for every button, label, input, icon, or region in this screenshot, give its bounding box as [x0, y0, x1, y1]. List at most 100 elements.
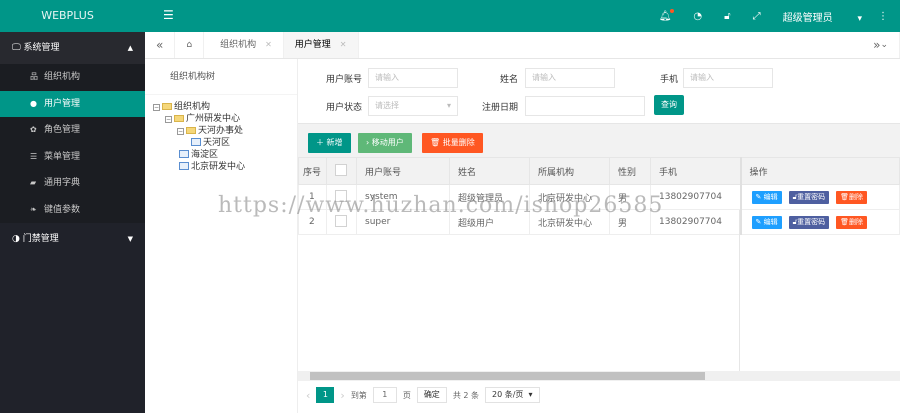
- confirm-button[interactable]: 确定: [416, 387, 447, 403]
- page-input[interactable]: 1: [372, 387, 397, 403]
- leaf-icon: ❧: [30, 204, 37, 214]
- toolbar: ＋ 新增 › 移动用户 🗑︎ 批量删除: [298, 123, 900, 157]
- sidebar: WEBPLUS 🖵 系统管理 ▲ 品组织机构 ● 用户管理 ✿ 角色管理 ☰ 菜单管理 …: [0, 0, 145, 413]
- chevron-down-icon: ▾: [446, 101, 451, 110]
- horizontal-scrollbar[interactable]: [298, 371, 900, 381]
- cell-no: 1: [298, 184, 327, 210]
- tabs-right-button[interactable]: »: [873, 32, 880, 58]
- reset-password-button[interactable]: 🔓︎重置密码: [788, 215, 830, 229]
- tree-node[interactable]: − 天河办事处: [153, 125, 297, 137]
- table-row: 2 super 超级用户 北京研发中心 男 13802907704 ✎ 编辑 🔓︎…: [298, 209, 900, 235]
- field-label: 手机: [659, 75, 678, 85]
- cell-name: 超级用户: [449, 209, 530, 235]
- move-user-button[interactable]: › 移动用户: [358, 133, 412, 153]
- phone-input[interactable]: 请输入: [683, 68, 773, 88]
- query-button[interactable]: 查询: [654, 95, 684, 115]
- bell-icon[interactable]: 🔔︎: [659, 8, 675, 22]
- scrollbar-thumb[interactable]: [310, 372, 705, 380]
- button-label: 移动用户: [371, 138, 404, 147]
- tree-title: 组织机构树: [145, 59, 297, 95]
- edit-button[interactable]: ✎ 编辑: [751, 215, 782, 229]
- account-input[interactable]: 请输入: [368, 68, 458, 88]
- sidebar-item-users[interactable]: ● 用户管理: [0, 90, 145, 117]
- cell-name: 超级管理员: [449, 184, 530, 210]
- list-icon: ☰: [30, 151, 38, 161]
- cell-phone: 13802907704: [650, 209, 741, 235]
- user-icon: ●: [30, 98, 37, 108]
- user-menu[interactable]: 超级管理员 ▾: [783, 9, 862, 24]
- group-label: 系统管理: [23, 43, 60, 53]
- field-label: 注册日期: [481, 103, 518, 113]
- tree-node[interactable]: 天河区: [153, 137, 297, 149]
- logo: WEBPLUS: [0, 0, 145, 32]
- status-select[interactable]: 请选择 ▾: [368, 96, 458, 116]
- tree-node[interactable]: 北京研发中心: [153, 161, 297, 173]
- node-label: 天河办事处: [198, 126, 244, 136]
- tabs-left-button[interactable]: «: [145, 32, 176, 58]
- table-row: 1 system 超级管理员 北京研发中心 男 13802907704 ✎ 编辑…: [298, 184, 900, 210]
- page-unit: 页: [402, 390, 411, 400]
- node-label: 组织机构: [174, 102, 211, 112]
- button-label: 新增: [326, 138, 343, 147]
- next-page-icon[interactable]: ›: [340, 389, 344, 402]
- more-icon[interactable]: ⋮: [878, 11, 888, 22]
- page-icon: [191, 138, 201, 146]
- tabs-menu-button[interactable]: ⌄: [880, 32, 888, 58]
- home-tab[interactable]: ⌂: [175, 32, 205, 58]
- cell-org: 北京研发中心: [529, 184, 610, 210]
- page-icon: [179, 162, 189, 170]
- col-actions: 操作: [739, 157, 900, 185]
- folder-icon: [174, 115, 184, 122]
- tree-node[interactable]: − 广州研发中心: [153, 113, 297, 125]
- button-label: 批量删除: [442, 138, 475, 147]
- paw-icon: ✿: [30, 125, 37, 134]
- row-checkbox[interactable]: [335, 189, 347, 202]
- delete-button[interactable]: 🗑︎删除: [836, 190, 868, 204]
- sidebar-item-roles[interactable]: ✿ 角色管理: [0, 117, 145, 144]
- item-label: 角色管理: [44, 125, 81, 135]
- org-tree-panel: 组织机构树 − 组织机构 − 广州研发中心 − 天河办事处 天河区 海淀区 北京研发中…: [145, 59, 298, 413]
- user-table: 序号 用户账号 姓名 所属机构 性别 手机 操作 1 system 超级管理员 …: [298, 157, 900, 235]
- fullscreen-icon[interactable]: ⤢: [753, 11, 761, 22]
- sidebar-group-system[interactable]: 🖵 系统管理 ▲: [0, 32, 145, 64]
- col-account: 用户账号: [356, 157, 450, 185]
- sidebar-item-org[interactable]: 品组织机构: [0, 64, 145, 91]
- date-input[interactable]: [525, 96, 645, 116]
- tab-users[interactable]: 用户管理 ✕: [283, 32, 359, 58]
- cell-phone: 13802907704: [650, 184, 741, 210]
- add-button[interactable]: ＋ 新增: [308, 133, 351, 153]
- item-label: 用户管理: [44, 98, 81, 109]
- sidebar-item-params[interactable]: ❧ 键值参数: [0, 197, 145, 224]
- lock-icon[interactable]: 🔓︎: [724, 11, 730, 22]
- sidebar-item-dict[interactable]: ▰ 通用字典: [0, 170, 145, 197]
- theme-icon[interactable]: ◔: [693, 11, 702, 22]
- batch-delete-button[interactable]: 🗑︎ 批量删除: [422, 133, 483, 153]
- tab-org[interactable]: 组织机构 ✕: [204, 32, 284, 58]
- folder-icon: [162, 103, 172, 110]
- page-1[interactable]: 1: [316, 387, 335, 403]
- col-gender: 性别: [609, 157, 651, 185]
- name-input[interactable]: 请输入: [525, 68, 615, 88]
- sidebar-group-access[interactable]: ◑ 门禁管理 ▼: [0, 223, 145, 255]
- reset-password-button[interactable]: 🔓︎重置密码: [788, 190, 830, 204]
- home-icon: ⌂: [186, 40, 193, 50]
- select-all-checkbox[interactable]: [335, 163, 347, 176]
- node-label: 北京研发中心: [191, 162, 246, 172]
- tree-node[interactable]: 海淀区: [153, 149, 297, 161]
- item-label: 组织机构: [44, 72, 81, 82]
- row-checkbox[interactable]: [335, 214, 347, 227]
- tree-node[interactable]: − 组织机构: [153, 101, 297, 113]
- prev-page-icon[interactable]: ‹: [306, 389, 310, 402]
- caret-up-icon: ▲: [127, 44, 133, 52]
- delete-button[interactable]: 🗑︎删除: [836, 215, 868, 229]
- col-no: 序号: [298, 157, 327, 185]
- col-check[interactable]: [326, 157, 357, 185]
- fold-menu-icon[interactable]: ☰: [163, 8, 174, 22]
- page-size-select[interactable]: 20 条/页 ▾: [485, 387, 540, 403]
- close-icon[interactable]: ✕: [265, 40, 272, 49]
- caret-down-icon: ▼: [127, 235, 133, 243]
- item-label: 通用字典: [44, 178, 81, 188]
- close-icon[interactable]: ✕: [340, 40, 347, 49]
- sidebar-item-menus[interactable]: ☰ 菜单管理: [0, 144, 145, 171]
- edit-button[interactable]: ✎ 编辑: [751, 190, 782, 204]
